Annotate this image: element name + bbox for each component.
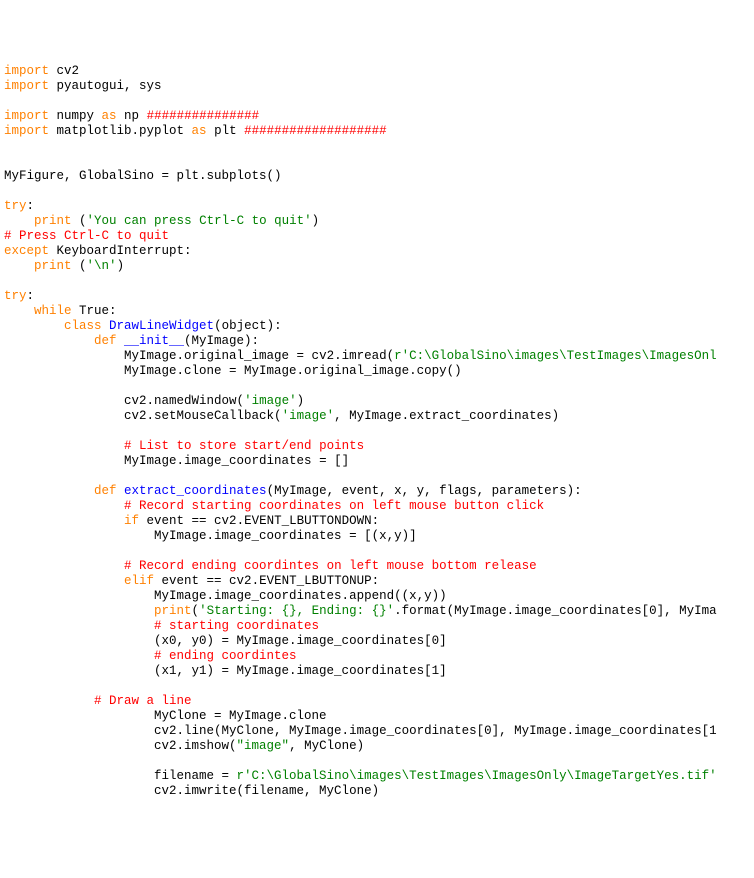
txt: np bbox=[117, 109, 147, 123]
txt: pyautogui, sys bbox=[49, 79, 162, 93]
string: "image" bbox=[237, 739, 290, 753]
txt: ) bbox=[312, 214, 320, 228]
comment: # ending coordintes bbox=[154, 649, 297, 663]
txt: KeyboardInterrupt: bbox=[49, 244, 192, 258]
txt: MyImage.image_coordinates = [(x,y)] bbox=[154, 529, 417, 543]
txt: : bbox=[27, 199, 35, 213]
comment: # List to store start/end points bbox=[124, 439, 364, 453]
txt: .format(MyImage.image_coordinates[0], My… bbox=[394, 604, 717, 618]
txt: matplotlib.pyplot bbox=[49, 124, 192, 138]
txt: ) bbox=[117, 259, 125, 273]
txt: True: bbox=[72, 304, 117, 318]
kw-elif: elif bbox=[124, 574, 154, 588]
comment: # Press Ctrl-C to quit bbox=[4, 229, 169, 243]
txt: MyImage.image_coordinates = [] bbox=[124, 454, 349, 468]
kw-try: try bbox=[4, 289, 27, 303]
txt: , MyImage.extract_coordinates) bbox=[334, 409, 559, 423]
txt: cv2 bbox=[49, 64, 79, 78]
fn-name: __init__ bbox=[117, 334, 185, 348]
txt: MyClone = MyImage.clone bbox=[154, 709, 327, 723]
kw-print: print bbox=[34, 214, 72, 228]
string: 'You can press Ctrl-C to quit' bbox=[87, 214, 312, 228]
txt: (MyImage): bbox=[184, 334, 259, 348]
fn-name: extract_coordinates bbox=[117, 484, 267, 498]
comment: # Record starting coordinates on left mo… bbox=[124, 499, 544, 513]
kw-print: print bbox=[34, 259, 72, 273]
string: r'C:\GlobalSino\images\TestImages\Images… bbox=[394, 349, 717, 363]
txt: plt bbox=[207, 124, 245, 138]
kw-import: import bbox=[4, 124, 49, 138]
txt: event == cv2.EVENT_LBUTTONUP: bbox=[154, 574, 379, 588]
txt: event == cv2.EVENT_LBUTTONDOWN: bbox=[139, 514, 379, 528]
txt: MyFigure, GlobalSino = plt.subplots() bbox=[4, 169, 282, 183]
kw-as: as bbox=[102, 109, 117, 123]
string: 'image' bbox=[244, 394, 297, 408]
comment: # Record ending coordintes on left mouse… bbox=[124, 559, 537, 573]
comment: # Draw a line bbox=[94, 694, 192, 708]
txt: (object): bbox=[214, 319, 282, 333]
string: r'C:\GlobalSino\images\TestImages\Images… bbox=[237, 769, 717, 783]
string: 'image' bbox=[282, 409, 335, 423]
comment: # starting coordinates bbox=[154, 619, 319, 633]
string: '\n' bbox=[87, 259, 117, 273]
kw-if: if bbox=[124, 514, 139, 528]
kw-try: try bbox=[4, 199, 27, 213]
class-name: DrawLineWidget bbox=[102, 319, 215, 333]
txt: ( bbox=[192, 604, 200, 618]
txt: ) bbox=[297, 394, 305, 408]
kw-class: class bbox=[64, 319, 102, 333]
hash-marks: ################### bbox=[244, 124, 387, 138]
kw-import: import bbox=[4, 79, 49, 93]
txt: (x1, y1) = MyImage.image_coordinates[1] bbox=[154, 664, 447, 678]
txt: MyImage.original_image = cv2.imread( bbox=[124, 349, 394, 363]
txt: numpy bbox=[49, 109, 102, 123]
txt: (MyImage, event, x, y, flags, parameters… bbox=[267, 484, 582, 498]
txt: ( bbox=[72, 259, 87, 273]
txt: cv2.namedWindow( bbox=[124, 394, 244, 408]
txt: filename = bbox=[154, 769, 237, 783]
kw-def: def bbox=[94, 484, 117, 498]
txt: cv2.line(MyClone, MyImage.image_coordina… bbox=[154, 724, 717, 738]
kw-while: while bbox=[34, 304, 72, 318]
code-block: import cv2 import pyautogui, sys import … bbox=[4, 64, 754, 799]
kw-import: import bbox=[4, 64, 49, 78]
kw-as: as bbox=[192, 124, 207, 138]
txt: (x0, y0) = MyImage.image_coordinates[0] bbox=[154, 634, 447, 648]
txt: cv2.setMouseCallback( bbox=[124, 409, 282, 423]
txt: cv2.imshow( bbox=[154, 739, 237, 753]
txt: , MyClone) bbox=[289, 739, 364, 753]
txt: cv2.imwrite(filename, MyClone) bbox=[154, 784, 379, 798]
txt: MyImage.clone = MyImage.original_image.c… bbox=[124, 364, 462, 378]
kw-import: import bbox=[4, 109, 49, 123]
txt: MyImage.image_coordinates.append((x,y)) bbox=[154, 589, 447, 603]
string: 'Starting: {}, Ending: {}' bbox=[199, 604, 394, 618]
kw-print: print bbox=[154, 604, 192, 618]
txt: : bbox=[27, 289, 35, 303]
kw-def: def bbox=[94, 334, 117, 348]
hash-marks: ############### bbox=[147, 109, 260, 123]
kw-except: except bbox=[4, 244, 49, 258]
txt: ( bbox=[72, 214, 87, 228]
